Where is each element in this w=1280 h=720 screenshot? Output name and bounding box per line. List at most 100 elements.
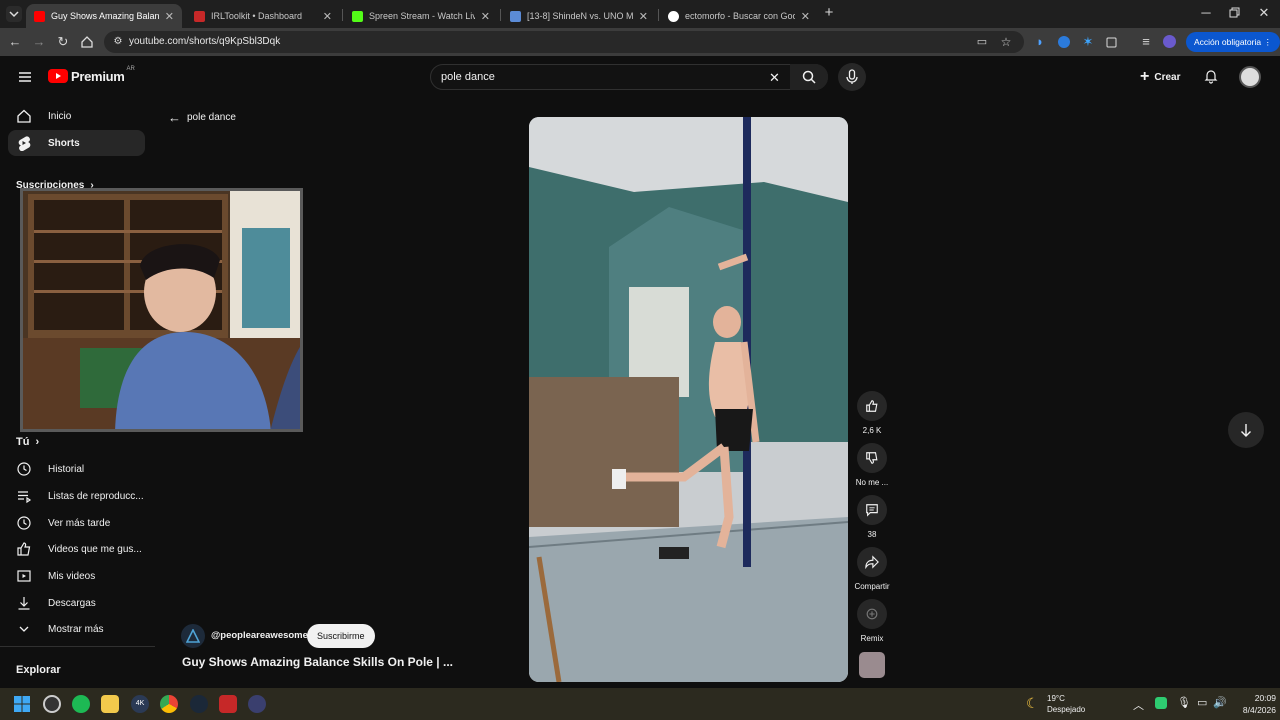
cast-icon[interactable]: ▭	[974, 34, 990, 50]
create-label: Crear	[1154, 71, 1181, 83]
sidebar-item-my-videos[interactable]: Mis videos	[8, 563, 145, 589]
short-title[interactable]: Guy Shows Amazing Balance Skills On Pole…	[182, 655, 453, 669]
sidebar-item-label: Historial	[48, 463, 85, 475]
browser-tab-2[interactable]: Spreen Stream - Watch Live on ✕	[344, 4, 498, 28]
back-icon[interactable]: ←	[7, 34, 23, 50]
explore-heading: Explorar	[16, 664, 61, 676]
browser-tab-0[interactable]: Guy Shows Amazing Balance Sk ✕	[26, 4, 182, 28]
search-input[interactable]: pole dance ✕	[430, 64, 828, 90]
tab-title: ectomorfo - Buscar con Google	[685, 11, 795, 21]
close-tab-icon[interactable]: ✕	[639, 10, 648, 23]
sidebar-item-liked-videos[interactable]: Videos que me gus...	[8, 536, 145, 562]
chrome-icon[interactable]	[160, 695, 178, 713]
close-tab-icon[interactable]: ✕	[801, 10, 810, 23]
file-explorer-icon[interactable]	[101, 695, 119, 713]
4k-app-icon[interactable]: 4K	[131, 695, 149, 713]
action-required-button[interactable]: Acción obligatoria ⋮	[1186, 32, 1280, 52]
spotify-icon[interactable]	[72, 695, 90, 713]
arrow-down-icon	[1241, 424, 1251, 437]
comments-button[interactable]	[857, 495, 887, 525]
audio-thumbnail[interactable]	[859, 652, 885, 678]
home-icon	[16, 108, 32, 124]
channel-name[interactable]: @peopleareawesome	[211, 630, 308, 641]
minimize-icon[interactable]: ─	[1198, 5, 1214, 21]
close-tab-icon[interactable]: ✕	[165, 10, 174, 23]
search-button[interactable]	[790, 64, 828, 90]
remix-button[interactable]	[857, 599, 887, 629]
microphone-tray-icon[interactable]: 🎙	[1177, 696, 1191, 709]
short-video-player[interactable]	[529, 117, 848, 682]
clock-date[interactable]: 8/4/2026	[1226, 705, 1276, 715]
home-button-icon[interactable]	[79, 34, 95, 50]
sidebar-item-historial[interactable]: Historial	[8, 456, 145, 482]
youtube-page: Premium AR pole dance ✕ + Crear Inicio S…	[0, 56, 1280, 688]
profile-avatar[interactable]	[1162, 34, 1178, 50]
sidebar-item-downloads[interactable]: Descargas	[8, 590, 145, 616]
site-info-icon[interactable]: ⚙	[110, 34, 126, 50]
search-icon	[802, 70, 816, 84]
address-bar[interactable]: ⚙ youtube.com/shorts/q9KpSbl3Dqk ▭ ☆	[104, 31, 1024, 53]
shorts-icon	[16, 135, 32, 151]
tab-title: IRLToolkit • Dashboard	[211, 11, 303, 21]
sidebar-item-inicio[interactable]: Inicio	[8, 103, 145, 129]
tab-title: Spreen Stream - Watch Live on	[369, 11, 475, 21]
next-short-button[interactable]	[1228, 412, 1264, 448]
browser-tab-3[interactable]: [13-8] ShindeN vs. UNO MILLE ✕	[502, 4, 656, 28]
forward-icon[interactable]: →	[31, 34, 47, 50]
you-heading[interactable]: Tú ›	[16, 436, 39, 448]
share-button[interactable]	[857, 547, 887, 577]
steam-icon[interactable]	[190, 695, 208, 713]
history-icon	[16, 461, 32, 477]
sidebar-item-shorts[interactable]: Shorts	[8, 130, 145, 156]
extensions-puzzle-icon[interactable]	[1104, 34, 1120, 50]
tab-list-icon[interactable]: ≡	[1138, 34, 1154, 50]
obs-app-icon[interactable]	[43, 695, 61, 713]
url-text: youtube.com/shorts/q9KpSbl3Dqk	[129, 36, 281, 47]
browser-toolbar: ← → ↻ ⚙ youtube.com/shorts/q9KpSbl3Dqk ▭…	[0, 28, 1280, 56]
reload-icon[interactable]: ↻	[55, 34, 71, 50]
thumbs-up-icon	[866, 400, 878, 412]
browser-tab-1[interactable]: IRLToolkit • Dashboard ✕	[186, 4, 340, 28]
browser-tab-4[interactable]: ectomorfo - Buscar con Google ✕	[660, 4, 818, 28]
restore-icon[interactable]	[1226, 5, 1242, 21]
weather-moon-icon[interactable]: ☾	[1026, 695, 1039, 712]
close-tab-icon[interactable]: ✕	[481, 10, 490, 23]
tray-app-icon[interactable]	[1155, 697, 1167, 709]
create-button[interactable]: + Crear	[1132, 63, 1188, 91]
translate-extension-icon[interactable]: ✶	[1080, 34, 1096, 50]
playlists-icon	[16, 488, 32, 504]
back-to-search-link[interactable]: ← pole dance	[168, 110, 236, 125]
dislike-button[interactable]	[857, 443, 887, 473]
weather-temp: 19°C	[1047, 694, 1065, 703]
sidebar-item-show-more[interactable]: Mostrar más	[8, 616, 145, 642]
windows-start-icon[interactable]	[13, 695, 31, 713]
voice-search-button[interactable]	[838, 63, 866, 91]
sidebar-item-playlists[interactable]: Listas de reproducc...	[8, 483, 145, 509]
clear-search-icon[interactable]: ✕	[769, 70, 780, 86]
webcam-overlay	[20, 188, 303, 432]
close-tab-icon[interactable]: ✕	[323, 10, 332, 23]
notifications-bell-icon[interactable]	[1203, 68, 1219, 84]
tab-title: Guy Shows Amazing Balance Sk	[51, 11, 159, 21]
channel-avatar[interactable]	[181, 624, 205, 648]
streaming-app-icon[interactable]	[219, 695, 237, 713]
network-icon[interactable]: ▭	[1197, 696, 1207, 709]
arrow-left-icon: ←	[168, 110, 181, 125]
tray-chevron-up-icon[interactable]: ︿	[1133, 697, 1144, 713]
tab-search-icon[interactable]	[6, 6, 22, 22]
browser-tab-strip: Guy Shows Amazing Balance Sk ✕ IRLToolki…	[0, 0, 1280, 28]
sidebar-item-watch-later[interactable]: Ver más tarde	[8, 510, 145, 536]
app-icon[interactable]	[248, 695, 266, 713]
clock-time[interactable]: 20:09	[1236, 693, 1276, 703]
new-tab-button[interactable]: +	[821, 5, 837, 21]
close-window-icon[interactable]: ✕	[1256, 5, 1272, 21]
search-query: pole dance	[441, 71, 495, 83]
extension-icon[interactable]: ◗	[1032, 34, 1048, 50]
volume-icon[interactable]: 🔊	[1213, 696, 1227, 709]
like-button[interactable]	[857, 391, 887, 421]
weather-desc: Despejado	[1047, 705, 1086, 714]
bookmark-star-icon[interactable]: ☆	[998, 34, 1014, 50]
account-avatar[interactable]	[1239, 66, 1261, 88]
subscribe-button[interactable]: Suscribirme	[307, 624, 375, 648]
extension-icon[interactable]	[1056, 34, 1072, 50]
